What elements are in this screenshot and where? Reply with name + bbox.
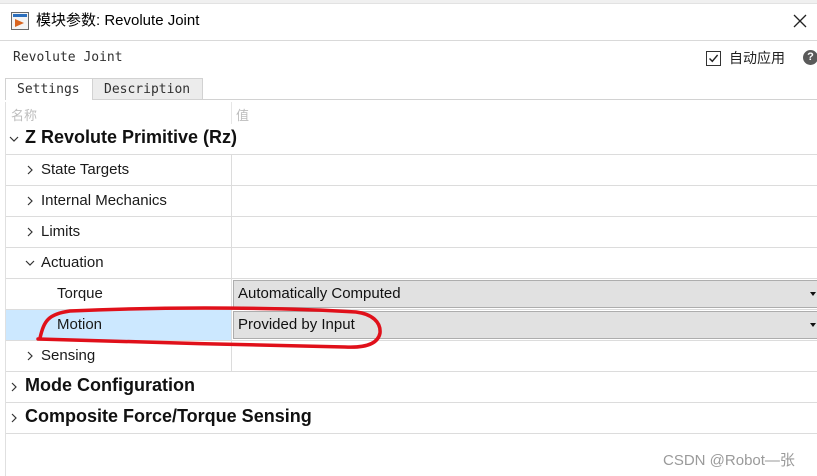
chevron-right-icon[interactable] [24, 226, 36, 238]
name-cell: Internal Mechanics [6, 186, 231, 216]
name-cell: Limits [6, 217, 231, 247]
check-icon [709, 54, 719, 62]
tab-settings[interactable]: Settings [5, 78, 93, 100]
column-divider[interactable] [231, 102, 232, 124]
chevron-down-icon[interactable] [24, 257, 36, 269]
chevron-down-icon[interactable] [8, 133, 20, 145]
name-column-header: 名称 [11, 108, 38, 123]
name-cell: Motion [6, 310, 231, 340]
value-cell [231, 124, 817, 154]
auto-apply-toggle[interactable]: 自动应用 [706, 48, 785, 68]
chevron-right-icon[interactable] [8, 412, 20, 424]
section-label: Actuation [41, 254, 104, 271]
section-row-limits[interactable]: Limits [6, 217, 817, 248]
group-row-z-revolute-primitive[interactable]: Z Revolute Primitive (Rz) [6, 124, 817, 155]
name-cell: Sensing [6, 341, 231, 371]
value-cell [231, 372, 817, 402]
title-separator [0, 40, 817, 41]
section-label: Limits [41, 223, 81, 240]
auto-apply-label: 自动应用 [729, 50, 785, 66]
watermark: CSDN @Robot—张 [663, 452, 795, 469]
chevron-right-icon[interactable] [8, 381, 20, 393]
value-cell: Provided by Input [231, 310, 817, 340]
group-row-composite-force-torque-sensing[interactable]: Composite Force/Torque Sensing [6, 403, 817, 434]
tab-description[interactable]: Description [93, 78, 203, 100]
close-icon[interactable] [783, 4, 817, 38]
section-label: Internal Mechanics [41, 192, 167, 209]
group-row-mode-configuration[interactable]: Mode Configuration [6, 372, 817, 403]
value-cell [231, 403, 817, 433]
value-cell [231, 248, 817, 278]
tab-bar: Settings Description [5, 78, 203, 100]
section-row-actuation[interactable]: Actuation [6, 248, 817, 279]
value-cell [231, 217, 817, 247]
simulink-block-icon [11, 12, 29, 30]
window-title: 模块参数: Revolute Joint [36, 12, 200, 29]
dropdown-value: Automatically Computed [238, 285, 401, 302]
auto-apply-checkbox[interactable] [706, 50, 721, 66]
name-cell: Z Revolute Primitive (Rz) [6, 124, 237, 154]
help-icon[interactable]: ? [803, 50, 817, 65]
param-row-torque[interactable]: Torque Automatically Computed [6, 279, 817, 310]
param-row-motion[interactable]: Motion Provided by Input [6, 310, 817, 341]
title-bar: 模块参数: Revolute Joint [0, 4, 817, 40]
name-cell: Mode Configuration [6, 372, 231, 402]
dropdown-arrow-icon[interactable] [810, 323, 816, 327]
name-cell: State Targets [6, 155, 231, 185]
chevron-right-icon[interactable] [24, 164, 36, 176]
section-label: Sensing [41, 347, 96, 364]
value-cell: Automatically Computed [231, 279, 817, 309]
chevron-right-icon[interactable] [24, 195, 36, 207]
block-name: Revolute Joint [13, 50, 123, 65]
name-cell: Torque [6, 279, 231, 309]
column-header: 名称 值 [6, 102, 817, 124]
group-label: Z Revolute Primitive (Rz) [25, 127, 238, 147]
value-cell [231, 341, 817, 371]
param-label: Torque [57, 285, 103, 302]
dropdown-value: Provided by Input [238, 316, 355, 333]
dropdown-arrow-icon[interactable] [810, 292, 816, 296]
value-cell [231, 155, 817, 185]
value-cell [231, 186, 817, 216]
chevron-right-icon[interactable] [24, 350, 36, 362]
section-row-state-targets[interactable]: State Targets [6, 155, 817, 186]
section-label: State Targets [41, 161, 130, 178]
value-column-header: 值 [236, 108, 250, 123]
name-cell: Actuation [6, 248, 231, 278]
tab-baseline [93, 99, 817, 100]
motion-dropdown[interactable]: Provided by Input [233, 311, 817, 339]
torque-dropdown[interactable]: Automatically Computed [233, 280, 817, 308]
section-row-internal-mechanics[interactable]: Internal Mechanics [6, 186, 817, 217]
param-label: Motion [57, 316, 103, 333]
name-cell: Composite Force/Torque Sensing [6, 403, 312, 433]
property-table: 名称 值 Z Revolute Primitive (Rz) State Tar… [5, 102, 817, 476]
group-label: Mode Configuration [25, 375, 195, 395]
section-row-sensing[interactable]: Sensing [6, 341, 817, 372]
